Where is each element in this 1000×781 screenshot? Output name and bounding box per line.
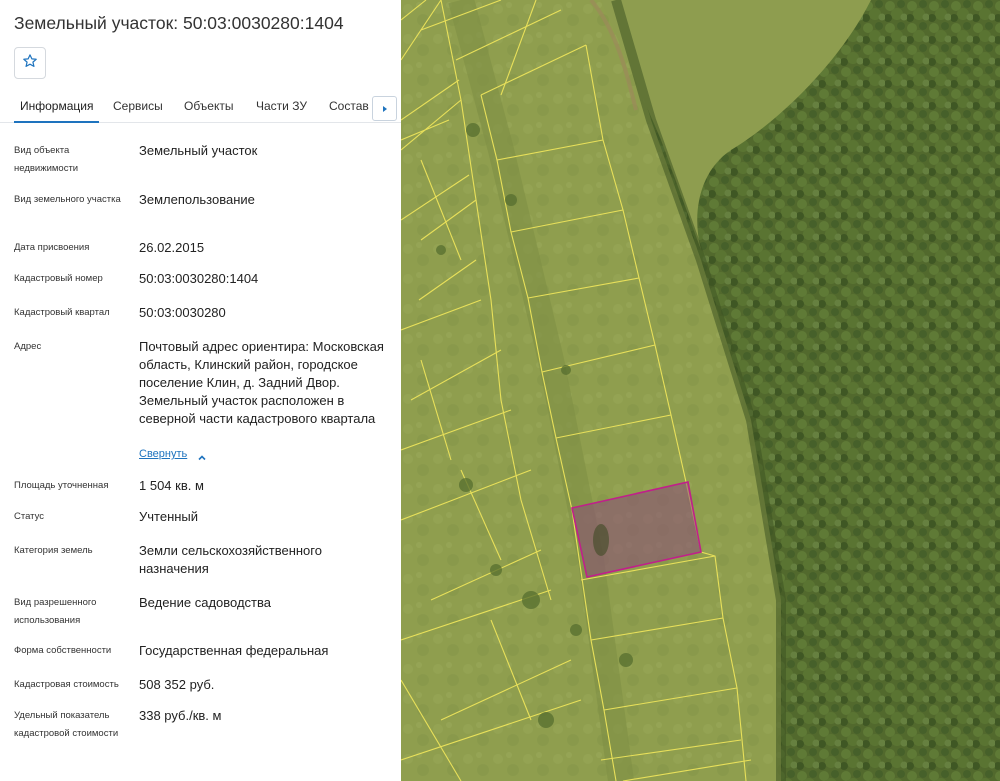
field-value: Землепользование (139, 192, 255, 207)
field-label: Кадастровая стоимость (14, 679, 119, 690)
field-label: Вид земельного участка (14, 194, 121, 205)
tab-objects[interactable]: Объекты (184, 88, 234, 123)
chevron-up-icon[interactable] (197, 450, 207, 468)
field-label: Кадастровый номер (14, 273, 103, 284)
field-label: Вид разрешенного использования (14, 597, 97, 626)
field-value: Учтенный (139, 509, 199, 524)
field-label: Форма собственности (14, 645, 112, 656)
map-view[interactable] (401, 0, 1000, 781)
tab-scroll-right-button[interactable] (372, 96, 397, 121)
field-label: Адрес (14, 341, 42, 352)
field-value: Земельный участок (139, 143, 258, 158)
field-value: Земли сельскохозяйственного назначения (139, 543, 322, 576)
field-label: Площадь уточненная (14, 480, 109, 491)
field-label: Дата присвоения (14, 242, 90, 253)
field-value: 508 352 руб. (139, 677, 215, 692)
field-label: Кадастровый квартал (14, 307, 110, 318)
field-label: Удельный показатель кадастровой стоимост… (14, 710, 119, 739)
tab-composition[interactable]: Состав ЕЗП (329, 88, 372, 123)
field-value: Ведение садоводства (139, 595, 271, 610)
tab-services[interactable]: Сервисы (113, 88, 163, 123)
field-value: Почтовый адрес ориентира: Московская обл… (139, 339, 384, 426)
field-value: 1 504 кв. м (139, 478, 204, 493)
caret-right-icon (381, 100, 389, 118)
page-title: Земельный участок: 50:03:0030280:1404 (14, 13, 344, 33)
field-value: Государственная федеральная (139, 643, 329, 658)
star-icon (22, 53, 38, 74)
field-label: Вид объекта недвижимости (14, 145, 79, 174)
field-value: 338 руб./кв. м (139, 708, 222, 723)
field-value: 50:03:0030280:1404 (139, 271, 259, 286)
field-label: Статус (14, 511, 45, 522)
field-value: 50:03:0030280 (139, 305, 226, 320)
tab-parcel-parts[interactable]: Части ЗУ (256, 88, 307, 123)
tab-bar: Информация Сервисы Объекты Части ЗУ Сост… (0, 88, 401, 123)
address-collapse-link[interactable]: Свернуть (139, 448, 187, 460)
field-label: Категория земель (14, 545, 93, 556)
favorite-button[interactable] (14, 47, 46, 79)
tab-info[interactable]: Информация (14, 88, 100, 123)
info-panel: Земельный участок: 50:03:0030280:1404 Ин… (0, 0, 401, 781)
field-value: 26.02.2015 (139, 240, 205, 255)
satellite-map[interactable] (401, 0, 1000, 781)
